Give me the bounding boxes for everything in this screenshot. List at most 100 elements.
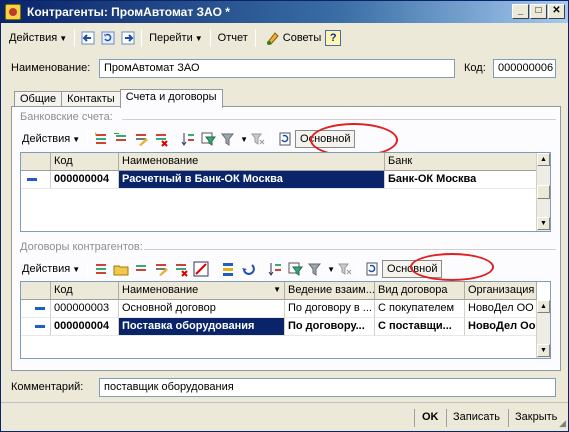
resize-grip-icon[interactable]: ◢: [559, 418, 566, 429]
row-name[interactable]: Расчетный в Банк-ОК Москва: [119, 171, 385, 189]
code-label: Код:: [464, 62, 486, 74]
close-form-button[interactable]: Закрыть: [515, 411, 557, 423]
bank-accounts-grid[interactable]: Код Наименование Банк 000000004 Расчетны…: [20, 152, 551, 232]
scroll-thumb[interactable]: [537, 185, 550, 199]
delete-icon[interactable]: [192, 260, 210, 278]
sort-icon[interactable]: [266, 260, 284, 278]
scroll-down-icon[interactable]: ▼: [537, 344, 550, 357]
column-header-code[interactable]: Код: [51, 153, 119, 171]
table-row[interactable]: 000000004 Поставка оборудования По догов…: [21, 318, 537, 336]
arrow-left-icon[interactable]: [79, 29, 97, 47]
chevron-down-icon: ▼: [72, 134, 81, 144]
column-header-org[interactable]: Организация: [465, 282, 537, 300]
help-icon[interactable]: ?: [325, 30, 342, 46]
ok-button[interactable]: OK: [422, 411, 439, 423]
chevron-down-icon: ▼: [194, 33, 203, 43]
contracts-grid-scrollbar[interactable]: ▲ ▼: [536, 300, 550, 358]
row-kind[interactable]: С поставщи...: [375, 318, 465, 336]
add-icon[interactable]: [92, 260, 110, 278]
edit-icon[interactable]: [172, 260, 190, 278]
chevron-down-icon[interactable]: ▼: [240, 135, 248, 144]
delete-icon[interactable]: [152, 130, 170, 148]
move-icon[interactable]: [239, 260, 257, 278]
scroll-up-icon[interactable]: ▲: [537, 300, 550, 313]
bank-toolbar: Действия ▼ ▼ Основной: [18, 129, 356, 149]
table-row[interactable]: 000000004 Расчетный в Банк-ОК Москва Бан…: [21, 171, 537, 189]
name-field[interactable]: ПромАвтомат ЗАО: [99, 59, 455, 78]
column-header-name[interactable]: Наименование ▼: [119, 282, 285, 300]
toolbar-divider: [141, 29, 143, 47]
contracts-grid[interactable]: Код Наименование ▼ Ведение взаим... Вид …: [20, 281, 551, 359]
toolbar-divider: [271, 130, 273, 148]
table-row[interactable]: 000000003 Основной договор По договору в…: [21, 300, 537, 318]
folder-icon[interactable]: [112, 260, 130, 278]
row-marker-icon: [21, 318, 51, 336]
goto-menu[interactable]: Перейти ▼: [145, 28, 207, 48]
add-icon[interactable]: [92, 130, 110, 148]
arrow-right-icon[interactable]: [119, 29, 137, 47]
sort-arrow-icon: ▼: [273, 285, 281, 294]
refresh-list-icon[interactable]: [363, 260, 381, 278]
bank-main-button[interactable]: Основной: [295, 130, 356, 148]
minimize-button[interactable]: _: [512, 4, 529, 19]
column-header-mode[interactable]: Ведение взаим...: [285, 282, 375, 300]
close-button[interactable]: ✕: [548, 4, 565, 19]
filter-icon[interactable]: [199, 130, 217, 148]
row-code[interactable]: 000000004: [51, 318, 119, 336]
row-org[interactable]: НовоДел Оо: [465, 318, 537, 336]
row-code[interactable]: 000000004: [51, 171, 119, 189]
column-header-code[interactable]: Код: [51, 282, 119, 300]
report-button[interactable]: Отчет: [214, 28, 252, 48]
copy-icon[interactable]: [112, 130, 130, 148]
row-marker-icon: [21, 171, 51, 189]
row-mode[interactable]: По договору...: [285, 318, 375, 336]
refresh-list-icon[interactable]: [276, 130, 294, 148]
bank-accounts-title: Банковские счета:: [20, 111, 113, 123]
contracts-title: Договоры контрагентов:: [20, 241, 143, 253]
accounts-contracts-panel: Банковские счета: Действия ▼ ▼ Основной: [11, 106, 561, 371]
filter-list-icon[interactable]: [219, 130, 237, 148]
column-header-kind[interactable]: Вид договора: [375, 282, 465, 300]
toolbar-divider: [214, 260, 216, 278]
filter-clear-icon[interactable]: [249, 130, 267, 148]
contracts-actions-menu[interactable]: Действия ▼: [18, 259, 84, 279]
tips-button[interactable]: Советы: [259, 28, 325, 48]
maximize-button[interactable]: □: [530, 4, 547, 19]
actions-menu[interactable]: Действия ▼: [5, 28, 71, 48]
scroll-down-icon[interactable]: ▼: [537, 217, 550, 230]
row-kind[interactable]: С покупателем: [375, 300, 465, 318]
button-divider: [414, 409, 415, 427]
scroll-up-icon[interactable]: ▲: [537, 153, 550, 166]
filter-list-icon[interactable]: [306, 260, 324, 278]
code-field[interactable]: 000000006: [493, 59, 556, 78]
save-button[interactable]: Записать: [453, 411, 500, 423]
bank-grid-scrollbar[interactable]: ▲ ▼: [536, 153, 550, 231]
sort-icon[interactable]: [179, 130, 197, 148]
title-bar[interactable]: Контрагенты: ПромАвтомат ЗАО * _ □ ✕: [1, 1, 568, 23]
row-code[interactable]: 000000003: [51, 300, 119, 318]
row-name[interactable]: Основной договор: [119, 300, 285, 318]
comment-field[interactable]: поставщик оборудования: [99, 378, 556, 397]
column-header-name[interactable]: Наименование: [119, 153, 385, 171]
edit-icon[interactable]: [132, 130, 150, 148]
add-group-icon[interactable]: [152, 260, 170, 278]
bank-actions-menu[interactable]: Действия ▼: [18, 129, 84, 149]
actions-menu-label: Действия: [9, 32, 58, 44]
row-bank[interactable]: Банк-ОК Москва: [385, 171, 537, 189]
chevron-down-icon: ▼: [72, 264, 81, 274]
contracts-toolbar: Действия ▼ ▼ Основной: [18, 259, 443, 279]
column-header-bank[interactable]: Банк: [385, 153, 537, 171]
tab-strip: Общие Контакты Счета и договоры: [14, 89, 223, 108]
contracts-main-button[interactable]: Основной: [382, 260, 443, 278]
chevron-down-icon[interactable]: ▼: [327, 265, 335, 274]
hierarchy-icon[interactable]: [219, 260, 237, 278]
filter-clear-icon[interactable]: [336, 260, 354, 278]
toolbar-divider: [261, 260, 263, 278]
row-name[interactable]: Поставка оборудования: [119, 318, 285, 336]
row-mode[interactable]: По договору в ...: [285, 300, 375, 318]
copy-icon[interactable]: [132, 260, 150, 278]
tab-accounts-contracts[interactable]: Счета и договоры: [119, 89, 223, 108]
refresh-icon[interactable]: [99, 29, 117, 47]
row-org[interactable]: НовоДел ОО: [465, 300, 537, 318]
filter-icon[interactable]: [286, 260, 304, 278]
